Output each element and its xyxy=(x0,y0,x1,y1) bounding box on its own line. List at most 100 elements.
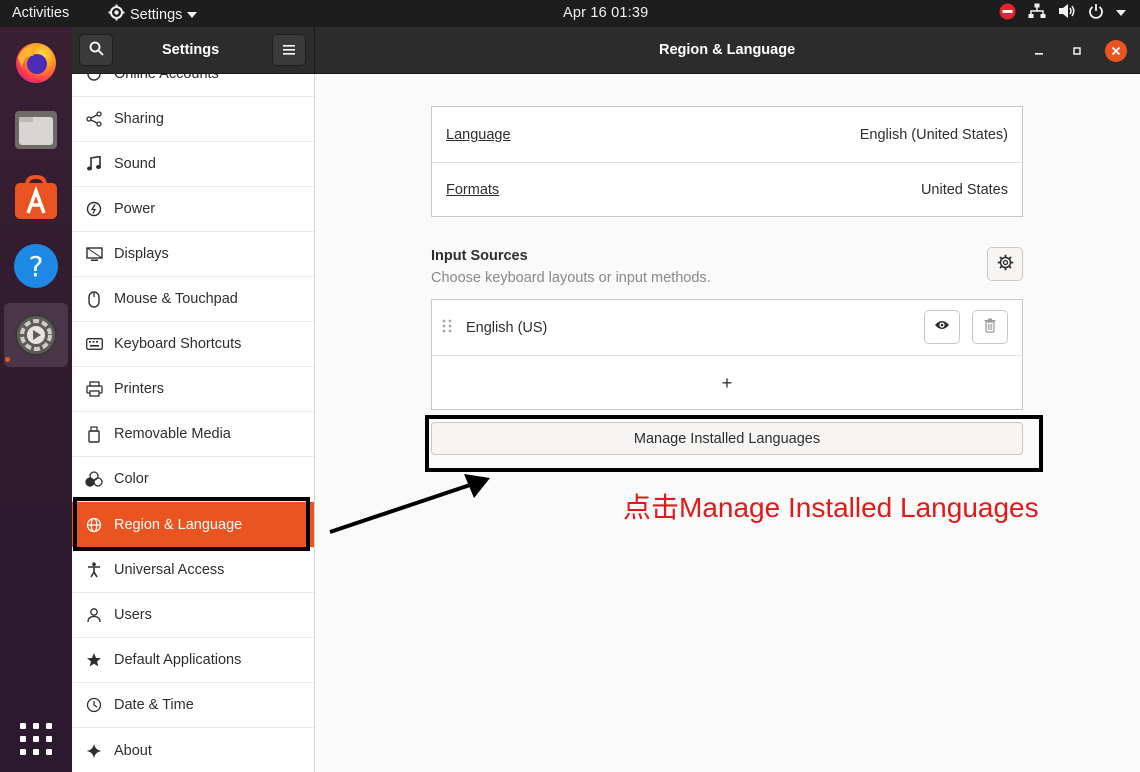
settings-gear-icon xyxy=(108,4,125,25)
sidebar-item-label: Color xyxy=(114,471,149,487)
minimize-button[interactable] xyxy=(1028,40,1050,62)
svg-text:?: ? xyxy=(29,250,44,283)
sidebar-item-label: Displays xyxy=(114,246,169,262)
online-accounts-icon xyxy=(72,74,114,82)
removable-media-icon xyxy=(72,425,114,443)
sidebar: Online Accounts Sharing Sound Power Disp… xyxy=(72,74,315,772)
page-title: Region & Language xyxy=(659,42,796,58)
do-not-disturb-icon xyxy=(999,3,1016,24)
formats-value: United States xyxy=(920,182,1008,198)
language-label: Language xyxy=(446,126,511,143)
plus-icon: + xyxy=(721,372,733,393)
sidebar-item-label: Default Applications xyxy=(114,652,242,668)
annotation-text: 点击Manage Installed Languages xyxy=(623,492,1039,523)
volume-icon xyxy=(1058,3,1076,23)
accessibility-icon xyxy=(72,562,114,578)
software-icon[interactable] xyxy=(4,166,68,230)
chevron-down-icon xyxy=(1116,5,1126,21)
input-sources-title: Input Sources xyxy=(431,248,528,264)
input-sources-subtitle: Choose keyboard layouts or input methods… xyxy=(431,270,711,286)
formats-label: Formats xyxy=(446,182,500,198)
formats-row[interactable]: Formats United States xyxy=(432,162,1022,217)
app-menu[interactable]: Settings xyxy=(108,4,198,25)
firefox-icon[interactable] xyxy=(4,30,68,94)
minimize-icon xyxy=(1034,43,1044,59)
sidebar-item-sound[interactable]: Sound xyxy=(72,142,314,187)
language-value: English (United States) xyxy=(859,126,1008,143)
annotation-highlight-sidebar xyxy=(73,497,310,551)
sidebar-item-printers[interactable]: Printers xyxy=(72,367,314,412)
search-icon xyxy=(89,41,104,59)
drag-handle-icon[interactable] xyxy=(442,319,452,337)
sidebar-item-label: Sound xyxy=(114,156,156,172)
files-icon[interactable] xyxy=(4,98,68,162)
header-bar: Settings Region & Language xyxy=(72,27,1140,74)
maximize-icon xyxy=(1072,43,1082,59)
system-tray[interactable] xyxy=(999,3,1126,23)
sidebar-item-power[interactable]: Power xyxy=(72,187,314,232)
close-icon xyxy=(1111,43,1121,59)
sidebar-item-default-applications[interactable]: Default Applications xyxy=(72,638,314,683)
sidebar-item-users[interactable]: Users xyxy=(72,593,314,638)
show-apps-icon[interactable] xyxy=(4,707,68,771)
clock[interactable]: Apr 16 01:39 xyxy=(563,5,648,21)
star-icon xyxy=(72,652,114,668)
sidebar-item-mouse-touchpad[interactable]: Mouse & Touchpad xyxy=(72,277,314,322)
sidebar-item-about[interactable]: About xyxy=(72,728,314,772)
language-row[interactable]: Language English (United States) xyxy=(432,107,1022,162)
share-icon xyxy=(72,111,114,127)
sidebar-item-label: Keyboard Shortcuts xyxy=(114,336,242,352)
activities-button[interactable]: Activities xyxy=(12,5,69,21)
sidebar-item-removable-media[interactable]: Removable Media xyxy=(72,412,314,457)
sidebar-item-online-accounts[interactable]: Online Accounts xyxy=(72,74,314,97)
sidebar-header: Settings xyxy=(72,27,315,74)
sidebar-item-displays[interactable]: Displays xyxy=(72,232,314,277)
music-note-icon xyxy=(72,156,114,172)
gear-icon xyxy=(997,254,1014,274)
active-app-indicator xyxy=(5,357,10,362)
sidebar-item-color[interactable]: Color xyxy=(72,457,314,502)
sidebar-item-sharing[interactable]: Sharing xyxy=(72,97,314,142)
keyboard-icon xyxy=(72,338,114,350)
sidebar-item-label: Online Accounts xyxy=(114,74,219,82)
hamburger-icon xyxy=(283,42,295,58)
annotation-highlight-manage-button xyxy=(425,415,1043,472)
sidebar-item-label: Removable Media xyxy=(114,426,231,442)
app-menu-label: Settings xyxy=(130,6,183,23)
power-menu-icon xyxy=(1088,3,1104,23)
printer-icon xyxy=(72,381,114,397)
region-panel: Language English (United States) Formats… xyxy=(431,106,1023,217)
sidebar-item-label: Users xyxy=(114,607,152,623)
input-source-row[interactable]: English (US) xyxy=(432,300,1022,355)
close-button[interactable] xyxy=(1105,40,1127,62)
add-input-source-row[interactable]: + xyxy=(432,355,1022,410)
show-layout-button[interactable] xyxy=(924,310,960,344)
display-icon xyxy=(72,246,114,262)
color-icon xyxy=(72,471,114,487)
chevron-down-icon xyxy=(187,7,198,23)
dock: ? xyxy=(0,27,72,772)
sidebar-item-label: About xyxy=(114,742,152,759)
sidebar-item-universal-access[interactable]: Universal Access xyxy=(72,548,314,593)
sidebar-title: Settings xyxy=(162,42,220,58)
sidebar-item-date-time[interactable]: Date & Time xyxy=(72,683,314,728)
input-sources-list: English (US) + xyxy=(431,299,1023,410)
sparkle-icon xyxy=(72,743,114,759)
sidebar-item-keyboard-shortcuts[interactable]: Keyboard Shortcuts xyxy=(72,322,314,367)
maximize-button[interactable] xyxy=(1066,40,1088,62)
input-sources-options-button[interactable] xyxy=(987,247,1023,281)
sidebar-item-label: Mouse & Touchpad xyxy=(114,291,238,307)
help-icon[interactable]: ? xyxy=(4,234,68,298)
mouse-icon xyxy=(72,290,114,308)
input-source-label: English (US) xyxy=(466,319,548,336)
search-button[interactable] xyxy=(79,34,113,66)
power-icon xyxy=(72,201,114,217)
remove-input-source-button[interactable] xyxy=(972,310,1008,344)
menu-button[interactable] xyxy=(272,34,306,66)
sidebar-item-label: Sharing xyxy=(114,111,164,127)
settings-icon[interactable] xyxy=(4,303,68,367)
top-bar: Activities Settings Apr 16 01:39 xyxy=(0,0,1140,27)
clock-icon xyxy=(72,697,114,713)
sidebar-item-label: Printers xyxy=(114,381,164,397)
trash-icon xyxy=(984,318,996,337)
